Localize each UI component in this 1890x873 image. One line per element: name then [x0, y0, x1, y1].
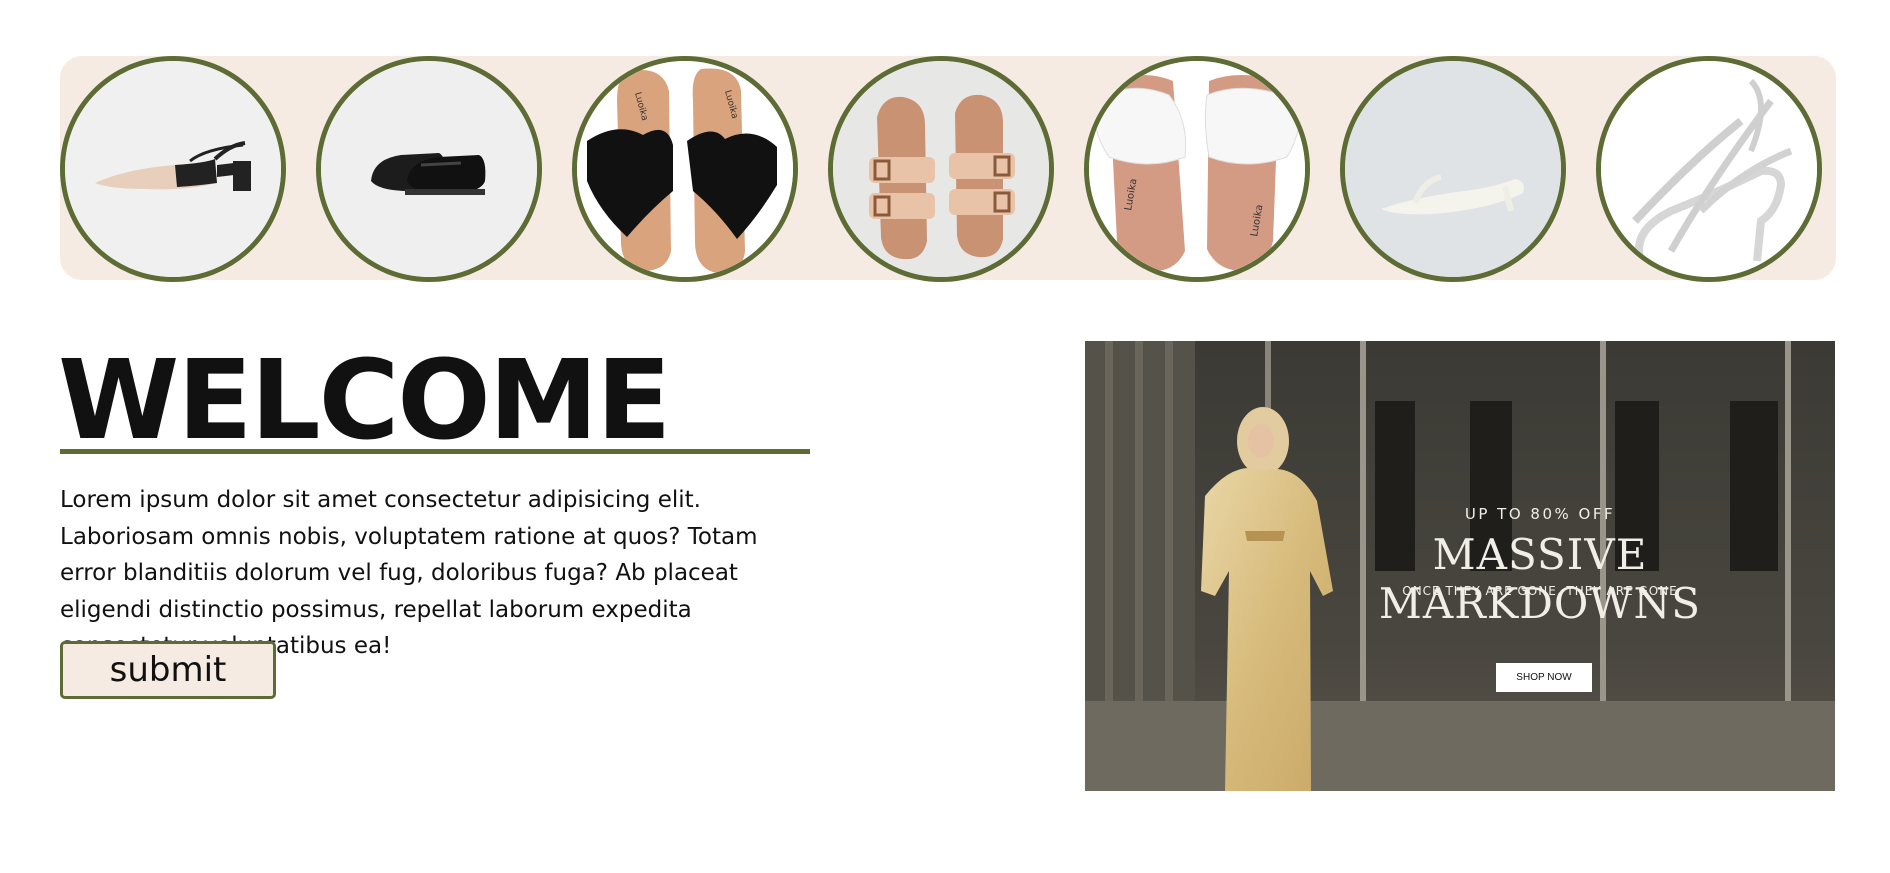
submit-button[interactable]: submit — [60, 641, 276, 699]
thumbnail-silver-strappy-sandal[interactable] — [1596, 56, 1822, 282]
banner-headline: MASSIVE MARKDOWNS — [1378, 530, 1702, 628]
banner-discount-text: UP TO 80% OFF — [1464, 505, 1616, 523]
banner-subline: ONCE THEY ARE GONE, THEY ARE GONE — [1402, 584, 1678, 598]
title-underline — [60, 449, 810, 454]
thumbnail-white-braided-slides[interactable]: Luoika Luoika — [1084, 56, 1310, 282]
shop-now-button[interactable]: SHOP NOW — [1496, 663, 1592, 692]
thumbnail-black-lace-flip-flops[interactable]: Luoika Luoika — [572, 56, 798, 282]
thumbnail-slingback-heel[interactable] — [60, 56, 286, 282]
thumbnail-black-loafers[interactable] — [316, 56, 542, 282]
welcome-paragraph: Lorem ipsum dolor sit amet consectetur a… — [60, 487, 758, 659]
thumbnail-buckle-slide-sandals[interactable] — [828, 56, 1054, 282]
thumbnail-white-kitten-heel-thong[interactable] — [1340, 56, 1566, 282]
page-title: WELCOME — [58, 336, 671, 464]
